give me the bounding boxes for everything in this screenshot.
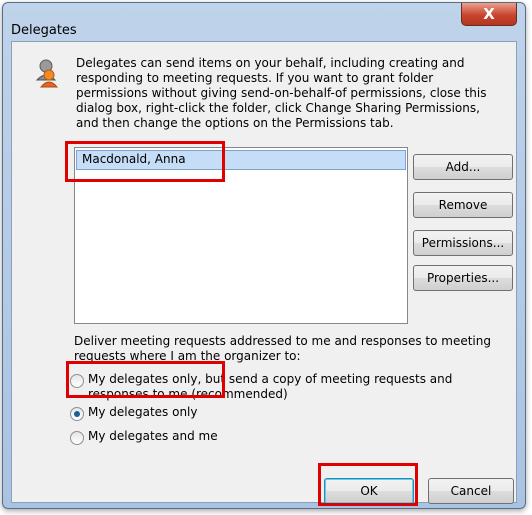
dialog-body: Delegates can send items on your behalf,…	[11, 41, 517, 504]
dialog-title: Delegates	[11, 23, 77, 38]
radio-label: My delegates only	[88, 405, 198, 419]
close-button[interactable]: X	[461, 3, 517, 26]
radio-option-delegates-and-me[interactable]: My delegates and me	[70, 429, 468, 445]
highlight-box-delegate	[65, 141, 225, 182]
delegates-dialog: Delegates X Delegates can send items on …	[2, 2, 526, 509]
radio-option-delegates-only[interactable]: My delegates only	[70, 405, 468, 421]
meeting-requests-label: Deliver meeting requests addressed to me…	[74, 334, 491, 363]
properties-button[interactable]: Properties...	[413, 265, 513, 291]
highlight-box-radio	[66, 361, 225, 398]
radio-button[interactable]	[70, 431, 84, 445]
title-bar[interactable]: Delegates X	[3, 3, 525, 38]
delegates-people-icon	[35, 59, 59, 88]
add-button[interactable]: Add...	[413, 154, 513, 180]
radio-label: My delegates and me	[88, 429, 218, 443]
remove-button[interactable]: Remove	[413, 192, 513, 218]
cancel-button[interactable]: Cancel	[428, 478, 514, 504]
radio-button-selected[interactable]	[70, 407, 84, 421]
highlight-box-ok	[318, 463, 418, 506]
description-text: Delegates can send items on your behalf,…	[76, 56, 487, 130]
permissions-button[interactable]: Permissions...	[413, 230, 513, 256]
